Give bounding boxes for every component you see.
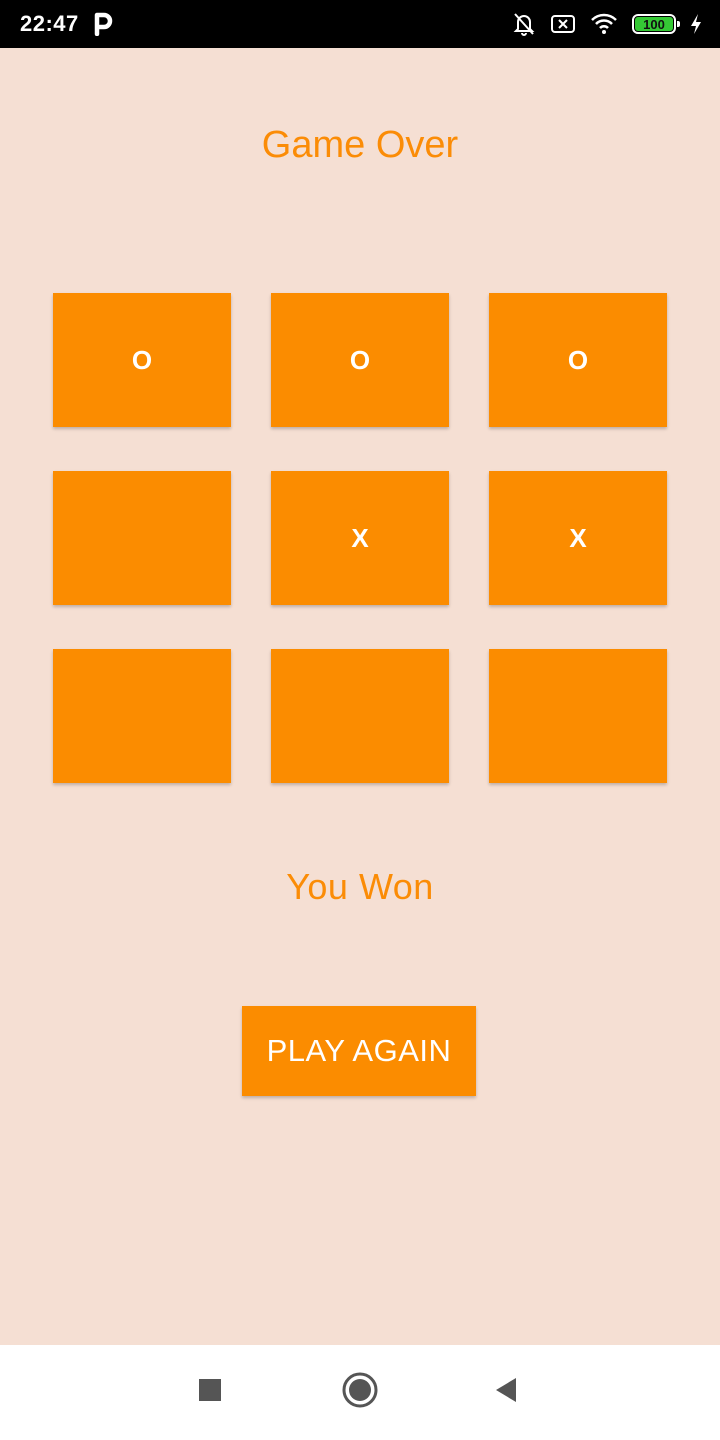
battery-level: 100 — [643, 16, 665, 32]
result-message: You Won — [286, 866, 434, 907]
recent-apps-button[interactable] — [170, 1345, 250, 1440]
charging-icon — [690, 13, 702, 35]
battery-cap — [677, 21, 680, 27]
board-cell[interactable] — [53, 471, 231, 605]
status-left: 22:47 — [20, 11, 113, 37]
board-cell[interactable] — [271, 649, 449, 783]
status-bar: 22:47 100 — [0, 0, 720, 48]
battery-icon: 100 — [632, 14, 680, 34]
page-title: Game Over — [261, 124, 459, 166]
board-cell[interactable]: O — [271, 293, 449, 427]
board-cell[interactable]: O — [489, 293, 667, 427]
back-button[interactable] — [466, 1345, 546, 1440]
parking-icon — [93, 12, 113, 37]
recent-apps-icon — [198, 1378, 222, 1407]
navigation-bar — [0, 1345, 720, 1440]
bell-off-icon — [512, 11, 536, 37]
board-cell[interactable]: X — [489, 471, 667, 605]
board-cell[interactable] — [53, 649, 231, 783]
status-time: 22:47 — [20, 11, 79, 36]
board-cell[interactable]: X — [271, 471, 449, 605]
back-icon — [494, 1376, 518, 1409]
home-icon — [341, 1371, 379, 1414]
home-button[interactable] — [320, 1345, 400, 1440]
status-right: 100 — [512, 11, 702, 37]
board-cell[interactable] — [489, 649, 667, 783]
sim-off-icon — [550, 13, 576, 35]
wifi-icon — [590, 13, 618, 35]
board-cell[interactable]: O — [53, 293, 231, 427]
play-again-button[interactable]: PLAY AGAIN — [242, 1006, 476, 1096]
